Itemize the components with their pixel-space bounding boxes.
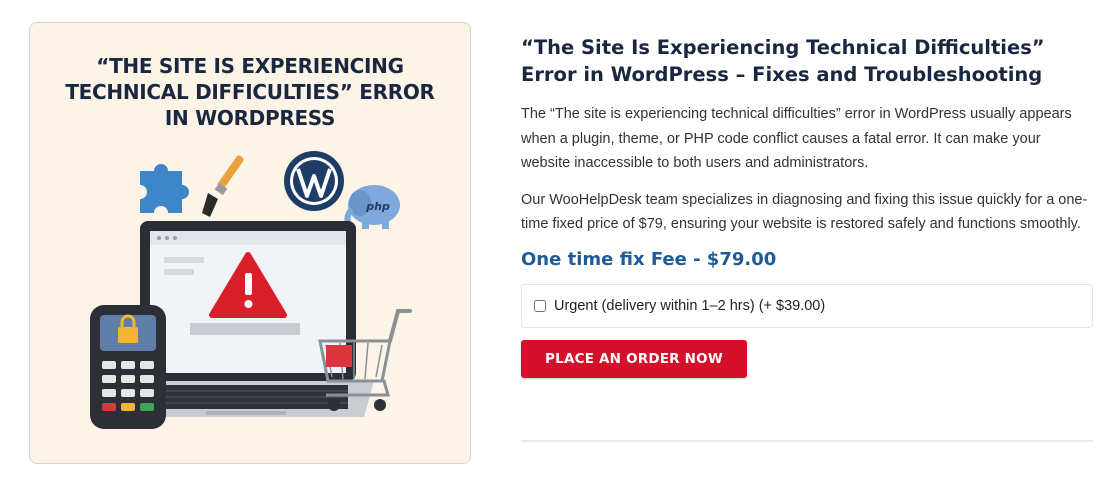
product-description: The “The site is experiencing technical …	[521, 106, 1072, 171]
product-title-line: Error in WordPress – Fixes and Troublesh…	[521, 63, 1043, 86]
product-title: “The Site Is Experiencing Technical Diff…	[521, 34, 1093, 88]
product-title-line: “The Site Is Experiencing Technical Diff…	[521, 36, 1045, 59]
price-label: One time fix Fee - $79.00	[521, 248, 777, 270]
paintbrush-theme-icon	[202, 155, 244, 217]
image-headline: “THE SITE IS EXPERIENCING TECHNICAL DIFF…	[30, 53, 470, 131]
product-details: “The Site Is Experiencing Technical Diff…	[521, 34, 1093, 378]
product-image[interactable]: php “THE SITE IS EXPERIENCING TECHNICAL …	[29, 22, 471, 464]
urgent-addon-label: Urgent (delivery within 1–2 hrs) (+ $39.…	[554, 297, 826, 314]
puzzle-plugin-icon	[140, 164, 189, 213]
place-order-button[interactable]: PLACE AN ORDER NOW	[521, 339, 747, 378]
image-headline-line: “THE SITE IS EXPERIENCING	[96, 54, 404, 78]
urgent-addon-option[interactable]: Urgent (delivery within 1–2 hrs) (+ $39.…	[521, 283, 1093, 328]
section-divider	[521, 440, 1093, 442]
php-elephant-icon: php	[344, 185, 400, 232]
card-terminal-icon	[90, 305, 166, 429]
urgent-addon-checkbox[interactable]	[534, 299, 546, 312]
image-headline-line: IN WORDPRESS	[164, 106, 336, 130]
wordpress-logo-icon	[284, 151, 344, 211]
svg-text:php: php	[365, 200, 390, 213]
image-headline-line: TECHNICAL DIFFICULTIES” ERROR	[65, 80, 435, 104]
product-description-secondary: Our WooHelpDesk team specializes in diag…	[521, 191, 1088, 233]
